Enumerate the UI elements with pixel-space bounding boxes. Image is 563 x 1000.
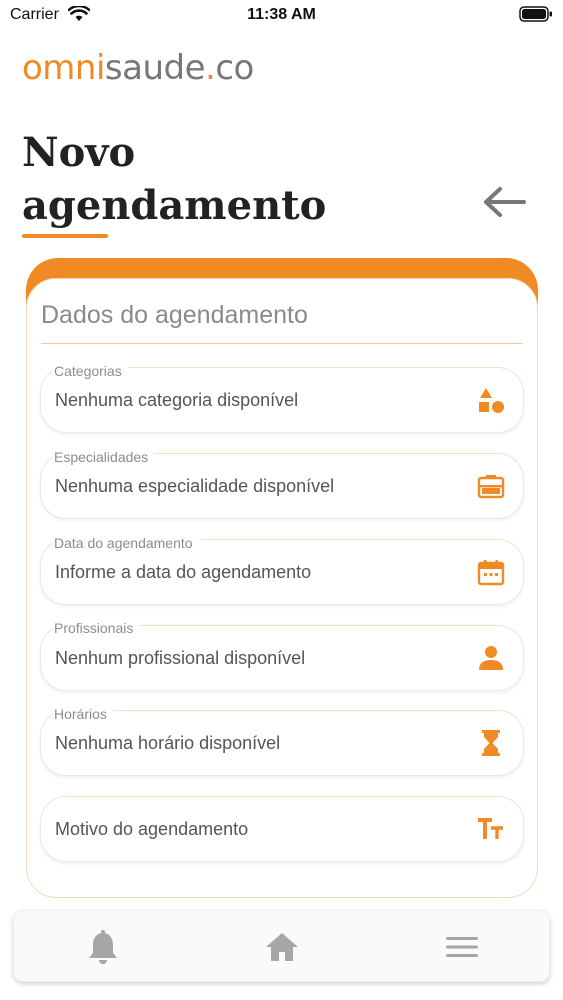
- home-icon: [266, 933, 298, 961]
- category-label: Categorias: [54, 363, 128, 379]
- specialty-value: Nenhuma especialidade disponível: [55, 476, 335, 496]
- professional-value: Nenhum profissional disponível: [55, 648, 306, 668]
- time-slot-value: Nenhuma horário disponível: [55, 733, 281, 753]
- arrow-left-icon: [484, 187, 526, 217]
- reason-placeholder: Motivo do agendamento: [55, 819, 249, 839]
- nav-menu-button[interactable]: [444, 929, 480, 965]
- bottom-nav: [13, 910, 550, 982]
- time-slot-label: Horários: [54, 706, 113, 722]
- date-value: Informe a data do agendamento: [55, 562, 312, 582]
- status-time: 11:38 AM: [247, 6, 316, 23]
- title-underline: [22, 234, 108, 238]
- specialty-label: Especialidades: [54, 449, 155, 465]
- logo-part-saude: saude: [104, 48, 206, 88]
- section-divider: [41, 343, 523, 344]
- date-label: Data do agendamento: [54, 535, 199, 551]
- category-value: Nenhuma categoria disponível: [55, 390, 299, 410]
- back-button[interactable]: [480, 180, 528, 224]
- shapes-icon: [479, 388, 504, 413]
- hourglass-icon: [482, 730, 500, 756]
- logo-part-co: co: [215, 48, 254, 88]
- section-title: Dados do agendamento: [41, 301, 308, 329]
- nav-home-button[interactable]: [264, 929, 300, 965]
- battery-icon: [519, 6, 552, 22]
- nav-notifications-button[interactable]: [85, 929, 121, 965]
- professional-label: Profissionais: [54, 620, 140, 636]
- page-title: Novo agendamento: [22, 129, 327, 229]
- briefcase-icon: [477, 475, 505, 499]
- calendar-icon: [477, 560, 505, 586]
- status-bar: Carrier 11:38 AM: [0, 0, 563, 30]
- brand-logo: omnisaude.co: [22, 48, 254, 88]
- menu-icon: [446, 937, 478, 957]
- logo-part-omni: omni: [22, 48, 105, 88]
- bell-icon: [89, 930, 117, 964]
- text-size-icon: [478, 818, 503, 839]
- person-icon: [479, 646, 503, 670]
- logo-part-dot: .: [205, 48, 216, 88]
- reason-field[interactable]: Motivo do agendamento: [40, 796, 524, 862]
- appointment-form-card: Dados do agendamento Nenhuma categoria d…: [26, 278, 538, 898]
